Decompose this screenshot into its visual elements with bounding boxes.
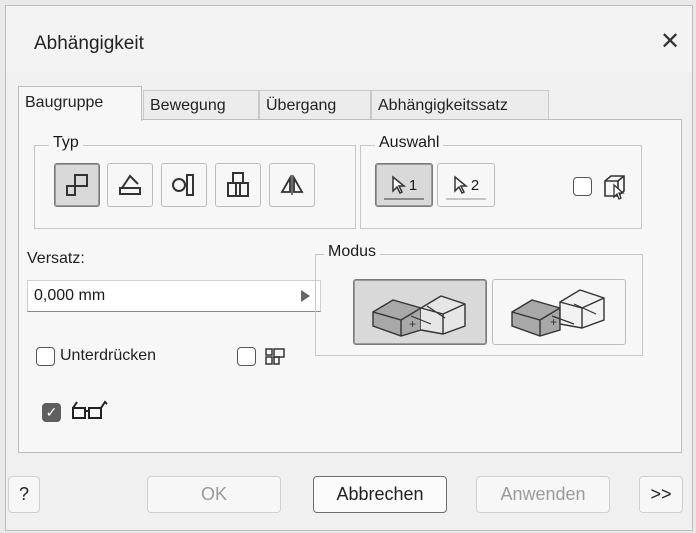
versatz-label: Versatz: — [27, 250, 85, 267]
insert-constraint-icon — [227, 172, 249, 197]
modus-group: Modus + + — [315, 243, 643, 356]
cursor-arrow-icon — [454, 175, 468, 195]
help-icon: ? — [18, 484, 29, 504]
typ-label: Typ — [49, 134, 83, 152]
select-2-indicator — [446, 198, 486, 200]
pick-part-first-checkbox[interactable] — [573, 177, 592, 196]
tangent-constraint-button[interactable] — [161, 163, 207, 207]
unterdruecken-label: Unterdrücken — [60, 347, 157, 364]
tab-baugruppe[interactable]: Baugruppe — [18, 86, 142, 121]
versatz-input[interactable]: 0,000 mm — [27, 280, 321, 312]
unterdruecken-checkbox[interactable] — [36, 347, 55, 366]
tangent-constraint-icon — [172, 174, 194, 196]
select-1-button[interactable]: 1 — [375, 163, 433, 207]
show-preview-icon — [265, 348, 285, 365]
tab-bewegung[interactable]: Bewegung — [143, 90, 259, 120]
modus-label: Modus — [324, 243, 381, 261]
symmetry-constraint-icon — [280, 174, 304, 195]
typ-group: Typ — [34, 134, 356, 229]
predict-offset-checkbox[interactable]: ✓ — [42, 403, 61, 422]
auswahl-label: Auswahl — [375, 134, 444, 152]
select-2-number: 2 — [470, 176, 480, 194]
flush-mode-icon: + — [511, 289, 605, 337]
insert-constraint-button[interactable] — [215, 163, 261, 207]
mate-constraint-icon — [66, 174, 88, 196]
mate-mode-button[interactable]: + — [353, 279, 487, 345]
versatz-value: 0,000 mm — [34, 287, 106, 304]
select-1-number: 1 — [408, 176, 418, 194]
pick-part-first-icon — [604, 175, 625, 200]
angle-constraint-icon — [119, 174, 141, 195]
constraint-dialog: Abhängigkeit ✕ Baugruppe Bewegung Überga… — [5, 5, 693, 531]
help-button[interactable]: ? — [8, 476, 40, 513]
select-1-indicator — [384, 198, 424, 200]
more-button[interactable]: >> — [639, 476, 683, 513]
dialog-title: Abhängigkeit — [34, 33, 144, 54]
mate-constraint-button[interactable] — [54, 163, 100, 207]
cancel-button[interactable]: Abbrechen — [313, 476, 447, 513]
svg-text:+: + — [550, 315, 557, 329]
mate-mode-icon: + — [372, 295, 466, 337]
angle-constraint-button[interactable] — [107, 163, 153, 207]
baugruppe-panel: Typ Auswahl 1 2 Versatz: 0,000 mm Modus … — [18, 119, 682, 453]
svg-text:+: + — [409, 317, 416, 331]
select-2-button[interactable]: 2 — [437, 163, 495, 207]
close-icon[interactable]: ✕ — [654, 26, 686, 58]
show-preview-checkbox[interactable] — [237, 347, 256, 366]
play-arrow-icon[interactable] — [301, 290, 310, 302]
tab-uebergang[interactable]: Übergang — [259, 90, 371, 120]
symmetry-constraint-button[interactable] — [269, 163, 315, 207]
flush-mode-button[interactable]: + — [492, 279, 626, 345]
title-bar: Abhängigkeit ✕ — [6, 6, 692, 72]
ok-button[interactable]: OK — [147, 476, 281, 513]
cursor-arrow-icon — [392, 175, 406, 195]
apply-button[interactable]: Anwenden — [476, 476, 610, 513]
tab-abhaengigkeitssatz[interactable]: Abhängigkeitssatz — [371, 90, 549, 120]
glasses-icon — [72, 400, 108, 419]
auswahl-group: Auswahl 1 2 — [360, 134, 642, 229]
